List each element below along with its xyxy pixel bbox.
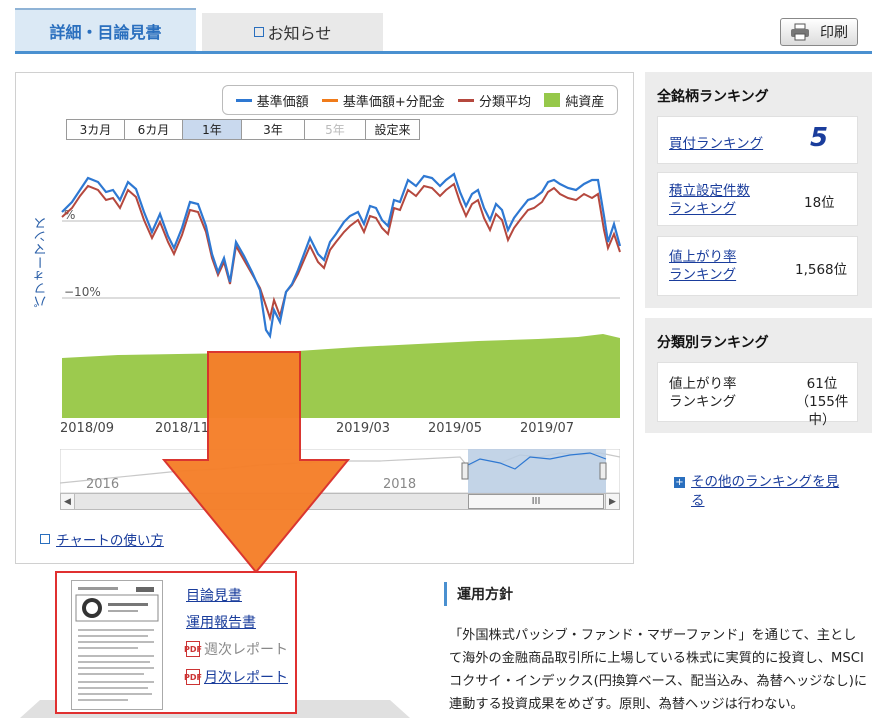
category-ranking-title: 分類別ランキング (657, 335, 769, 351)
accumulation-ranking-line2: ランキング (669, 201, 737, 217)
weekly-report: PDF 週次レポート (184, 639, 288, 659)
accumulation-ranking-link[interactable]: 積立設定件数 ランキング (669, 182, 750, 218)
chart-legend: 基準価額 基準価額+分配金 分類平均 純資産 (222, 85, 618, 115)
navigator-left-handle[interactable] (461, 462, 469, 480)
legend-nav-distribution-label: 基準価額+分配金 (342, 94, 445, 110)
rank-card-accumulation: 積立設定件数 ランキング 18位 (657, 172, 858, 226)
prospectus-link[interactable]: 目論見書 (186, 585, 242, 605)
period-selector: 3カ月 6カ月 1年 3年 5年 設定来 (66, 119, 420, 140)
tab-detail-prospectus[interactable]: 詳細・目論見書 (15, 8, 196, 52)
printer-icon (791, 23, 809, 41)
period-3y-button[interactable]: 3年 (241, 119, 305, 140)
price-rise-ranking-line1: 値上がり率 (669, 249, 737, 265)
price-rise-ranking-line2: ランキング (669, 267, 737, 283)
legend-category-average[interactable]: 分類平均 (458, 91, 531, 110)
pdf-icon: PDF (184, 641, 202, 657)
scroll-left-arrow[interactable]: ◀ (61, 494, 75, 509)
plus-icon: + (674, 477, 685, 488)
print-button[interactable]: 印刷 (780, 18, 858, 46)
legend-category-average-label: 分類平均 (479, 94, 532, 110)
period-since-inception-button[interactable]: 設定来 (365, 119, 420, 140)
chart-howto-link[interactable]: チャートの使い方 (56, 529, 164, 549)
category-rank-value: 61位 (806, 376, 838, 392)
overall-ranking-title: 全銘柄ランキング (657, 89, 769, 105)
tab-news[interactable]: お知らせ (202, 13, 383, 51)
other-ranking[interactable]: + その他のランキングを見 る (674, 473, 839, 511)
window-icon (40, 534, 50, 544)
other-ranking-link[interactable]: その他のランキングを見 る (691, 473, 839, 511)
rank-card-purchase: 買付ランキング 5 (657, 116, 858, 164)
period-6m-button[interactable]: 6カ月 (124, 119, 183, 140)
category-rank-values: 61位 （155件中） (787, 375, 857, 429)
category-rank-total: （155件中） (795, 394, 849, 428)
x-tick-2019-05: 2019/05 (428, 421, 483, 436)
operation-report-link[interactable]: 運用報告書 (186, 612, 256, 632)
legend-nav-label: 基準価額 (256, 94, 309, 110)
monthly-report[interactable]: PDF 月次レポート (184, 667, 288, 687)
period-1y-button[interactable]: 1年 (182, 119, 242, 140)
chart-howto: チャートの使い方 (40, 529, 164, 549)
accumulation-rank-value: 18位 (804, 195, 835, 211)
category-rank-label-line2: ランキング (669, 394, 737, 410)
legend-net-assets[interactable]: 純資産 (544, 91, 604, 110)
scroll-thumb-grip: III (531, 496, 541, 507)
x-tick-2019-07: 2019/07 (520, 421, 575, 436)
legend-nav[interactable]: 基準価額 (235, 91, 309, 110)
nav-tick-2018: 2018 (383, 477, 417, 492)
other-ranking-line2: る (691, 493, 705, 509)
legend-nav-distribution[interactable]: 基準価額+分配金 (321, 91, 445, 110)
navigator-right-handle[interactable] (599, 462, 607, 480)
orange-down-arrow (161, 351, 351, 574)
tab-underline (15, 51, 872, 54)
nav-line (61, 172, 622, 339)
purchase-ranking-link[interactable]: 買付ランキング (669, 132, 763, 152)
window-icon (253, 27, 264, 37)
tab-news-label: お知らせ (267, 24, 332, 43)
category-rank-label: 値上がり率 ランキング (669, 375, 737, 411)
legend-net-assets-label: 純資産 (565, 94, 605, 110)
investment-policy-text: 「外国株式パッシブ・ファンド・マザーファンド」を通じて、主として海外の金融商品取… (449, 628, 868, 712)
other-ranking-line1: その他のランキングを見 (691, 474, 840, 490)
category-rank-card: 値上がり率 ランキング 61位 （155件中） (657, 362, 858, 428)
rank-card-price-rise: 値上がり率 ランキング 1,568位 (657, 236, 858, 296)
x-tick-2018-09: 2018/09 (60, 421, 115, 436)
document-preview-icon (75, 587, 159, 701)
period-5y-button: 5年 (304, 119, 366, 140)
category-rank-label-line1: 値上がり率 (669, 376, 737, 392)
scroll-thumb[interactable]: III (468, 494, 604, 509)
accumulation-ranking-line1: 積立設定件数 (669, 183, 750, 199)
monthly-report-link[interactable]: 月次レポート (204, 667, 288, 687)
prospectus-thumbnail[interactable] (71, 580, 163, 710)
navigator-selection[interactable] (468, 449, 606, 493)
investment-policy-heading: 運用方針 (444, 582, 872, 606)
purchase-rank-value: 5 (810, 123, 829, 153)
nav-tick-2016: 2016 (86, 477, 120, 492)
price-rise-rank-value: 1,568位 (795, 262, 848, 278)
price-rise-ranking-link[interactable]: 値上がり率 ランキング (669, 248, 737, 284)
period-3m-button[interactable]: 3カ月 (66, 119, 125, 140)
pdf-icon: PDF (184, 669, 202, 685)
print-label: 印刷 (820, 25, 848, 41)
scroll-right-arrow[interactable]: ▶ (605, 494, 619, 509)
weekly-report-label: 週次レポート (204, 642, 288, 658)
y-axis-title: パフォーマンス (34, 217, 50, 308)
